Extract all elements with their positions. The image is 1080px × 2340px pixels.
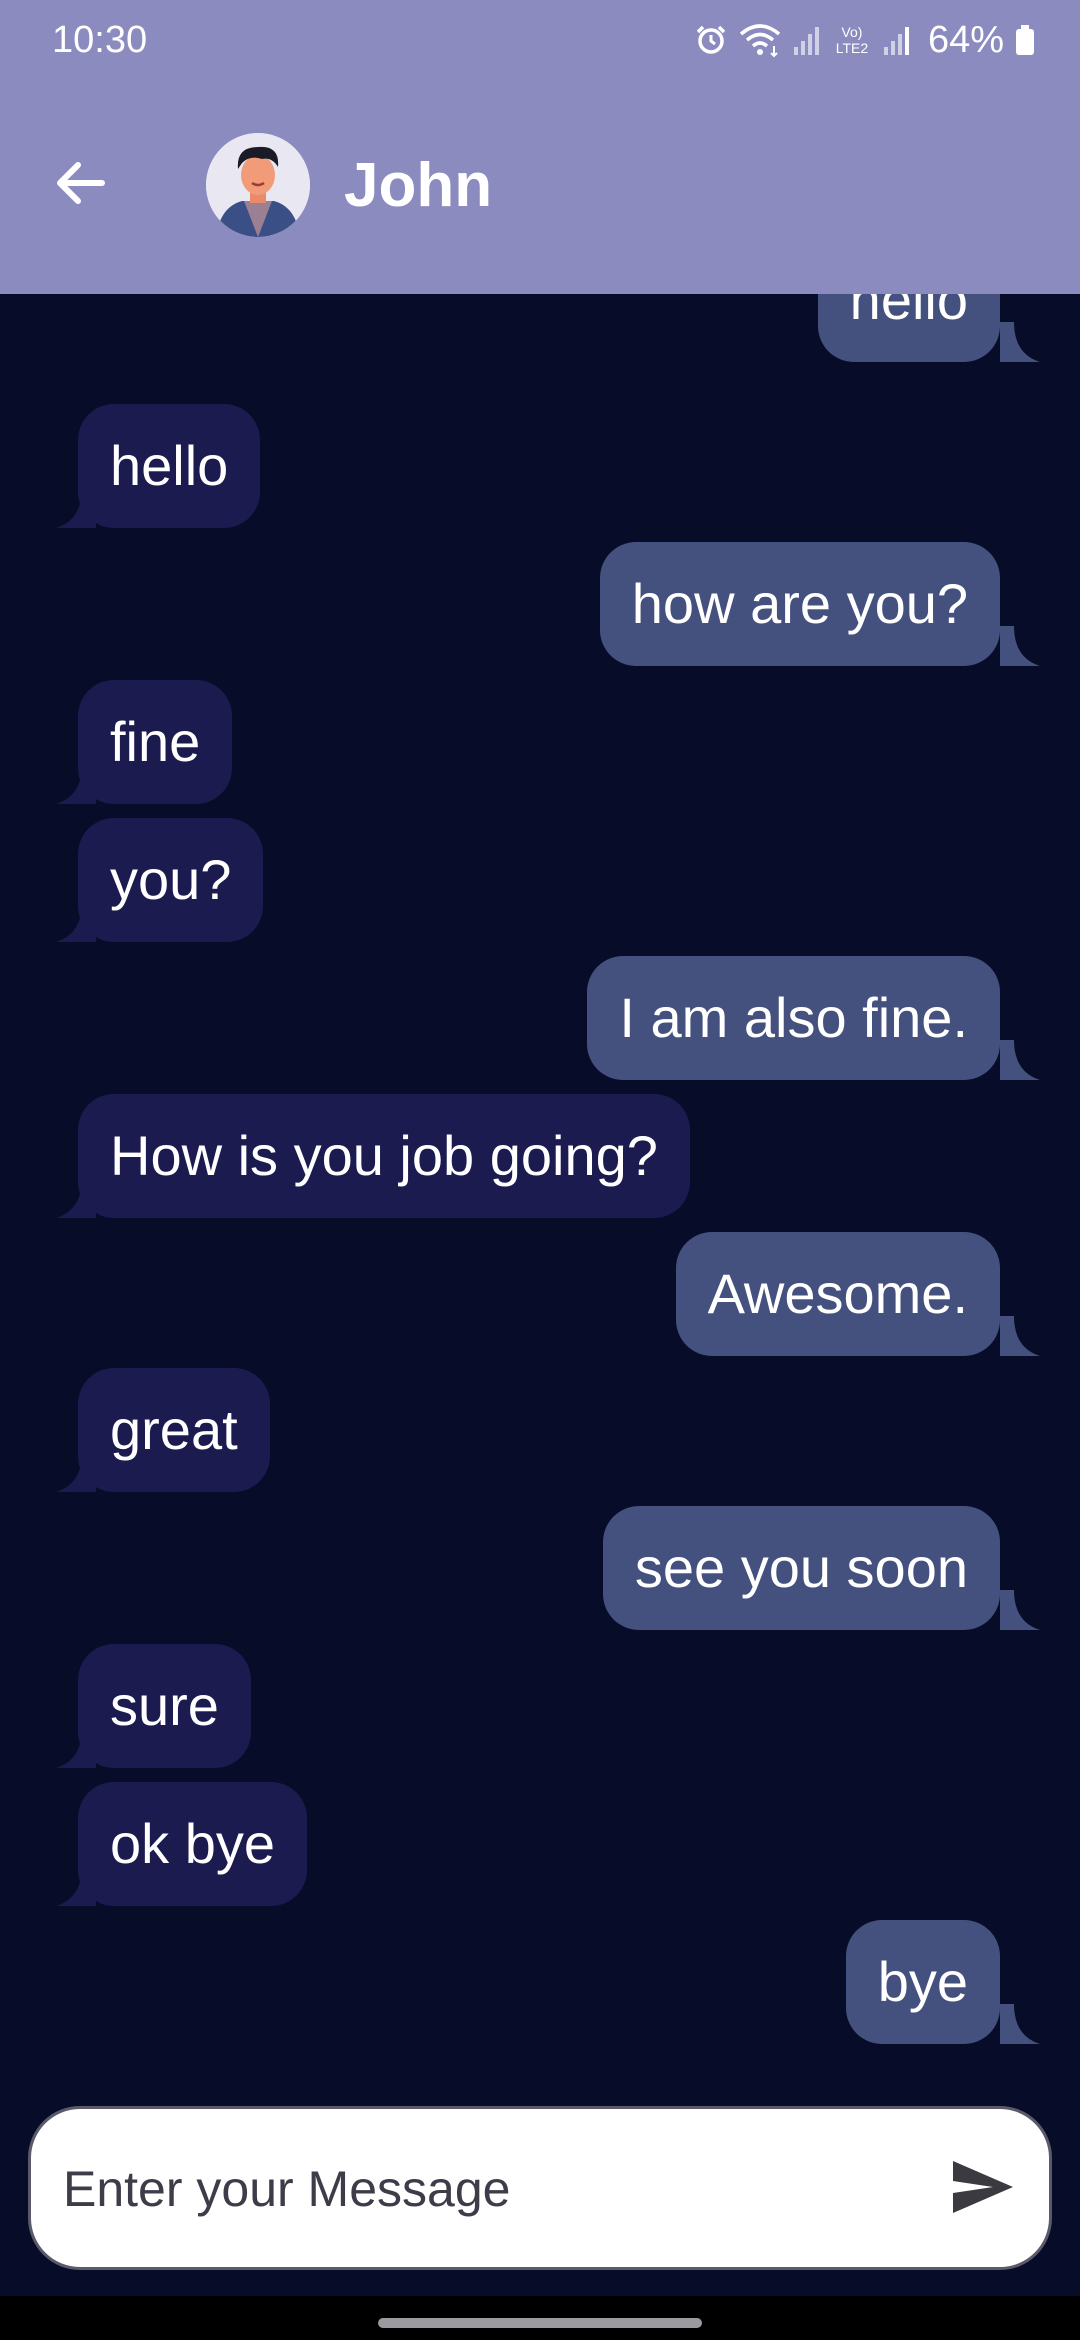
message-text: bye <box>877 1950 968 2013</box>
bubble-tail <box>1000 322 1040 362</box>
battery-percent: 64% <box>927 19 1004 61</box>
message-bubble-outgoing[interactable]: see you soon <box>602 1506 1000 1630</box>
message-bubble-incoming[interactable]: How is you job going? <box>78 1094 690 1218</box>
message-text: hello <box>110 434 229 497</box>
avatar-illustration <box>206 133 310 237</box>
signal-icon-2 <box>882 23 912 57</box>
message-bubble-outgoing[interactable]: how are you? <box>599 542 1000 666</box>
bubble-tail <box>56 1178 96 1218</box>
message-text: How is you job going? <box>110 1124 658 1187</box>
message-list[interactable]: hello hello how are you? fine you? I am … <box>0 294 1080 2104</box>
system-navigation-bar <box>0 2296 1080 2340</box>
message-composer <box>28 2106 1052 2270</box>
status-bar: 10:30 Vo) LTE2 64% <box>0 0 1080 80</box>
bubble-tail <box>56 764 96 804</box>
alarm-icon <box>694 23 728 57</box>
status-time: 10:30 <box>52 19 148 61</box>
message-bubble-incoming[interactable]: you? <box>78 818 264 942</box>
message-bubble-incoming[interactable]: fine <box>78 680 233 804</box>
bubble-tail <box>1000 1040 1040 1080</box>
message-bubble-outgoing[interactable]: bye <box>845 1920 1000 2044</box>
home-gesture-handle[interactable] <box>378 2318 702 2328</box>
bubble-tail <box>1000 626 1040 666</box>
network-type-label: Vo) LTE2 <box>835 24 869 56</box>
message-text: how are you? <box>631 572 968 635</box>
signal-icon <box>792 23 822 57</box>
arrow-left-icon <box>54 161 106 210</box>
chat-header: 10:30 Vo) LTE2 64% John <box>0 0 1080 294</box>
message-bubble-outgoing[interactable]: hello <box>817 294 1000 362</box>
chat-screen: 10:30 Vo) LTE2 64% John hello hello how … <box>0 0 1080 2340</box>
bubble-tail <box>1000 1590 1040 1630</box>
message-bubble-outgoing[interactable]: I am also fine. <box>587 956 1000 1080</box>
send-icon <box>951 2159 1015 2220</box>
send-button[interactable] <box>947 2153 1019 2225</box>
message-text: ok bye <box>110 1812 275 1875</box>
contact-name[interactable]: John <box>344 150 492 222</box>
status-icons: Vo) LTE2 64% <box>694 16 1036 64</box>
battery-icon <box>1014 23 1036 57</box>
bubble-tail <box>56 1452 96 1492</box>
bubble-tail <box>56 1866 96 1906</box>
message-text: hello <box>849 294 968 331</box>
wifi-icon <box>738 22 782 58</box>
message-text: sure <box>110 1674 219 1737</box>
message-text: I am also fine. <box>619 986 968 1049</box>
message-bubble-incoming[interactable]: ok bye <box>78 1782 307 1906</box>
message-text: fine <box>110 710 201 773</box>
bubble-tail <box>56 902 96 942</box>
message-text: Awesome. <box>707 1262 968 1325</box>
bubble-tail <box>1000 2004 1040 2044</box>
avatar[interactable] <box>206 133 310 237</box>
message-bubble-incoming[interactable]: hello <box>78 404 261 528</box>
bubble-tail <box>56 488 96 528</box>
back-button[interactable] <box>40 150 120 220</box>
message-bubble-incoming[interactable]: sure <box>78 1644 251 1768</box>
message-bubble-incoming[interactable]: great <box>78 1368 270 1492</box>
bubble-tail <box>1000 1316 1040 1356</box>
message-text: great <box>110 1398 238 1461</box>
message-text: you? <box>110 848 232 911</box>
message-input[interactable] <box>61 2109 945 2269</box>
message-bubble-outgoing[interactable]: Awesome. <box>675 1232 1000 1356</box>
message-text: see you soon <box>634 1536 968 1599</box>
bubble-tail <box>56 1728 96 1768</box>
